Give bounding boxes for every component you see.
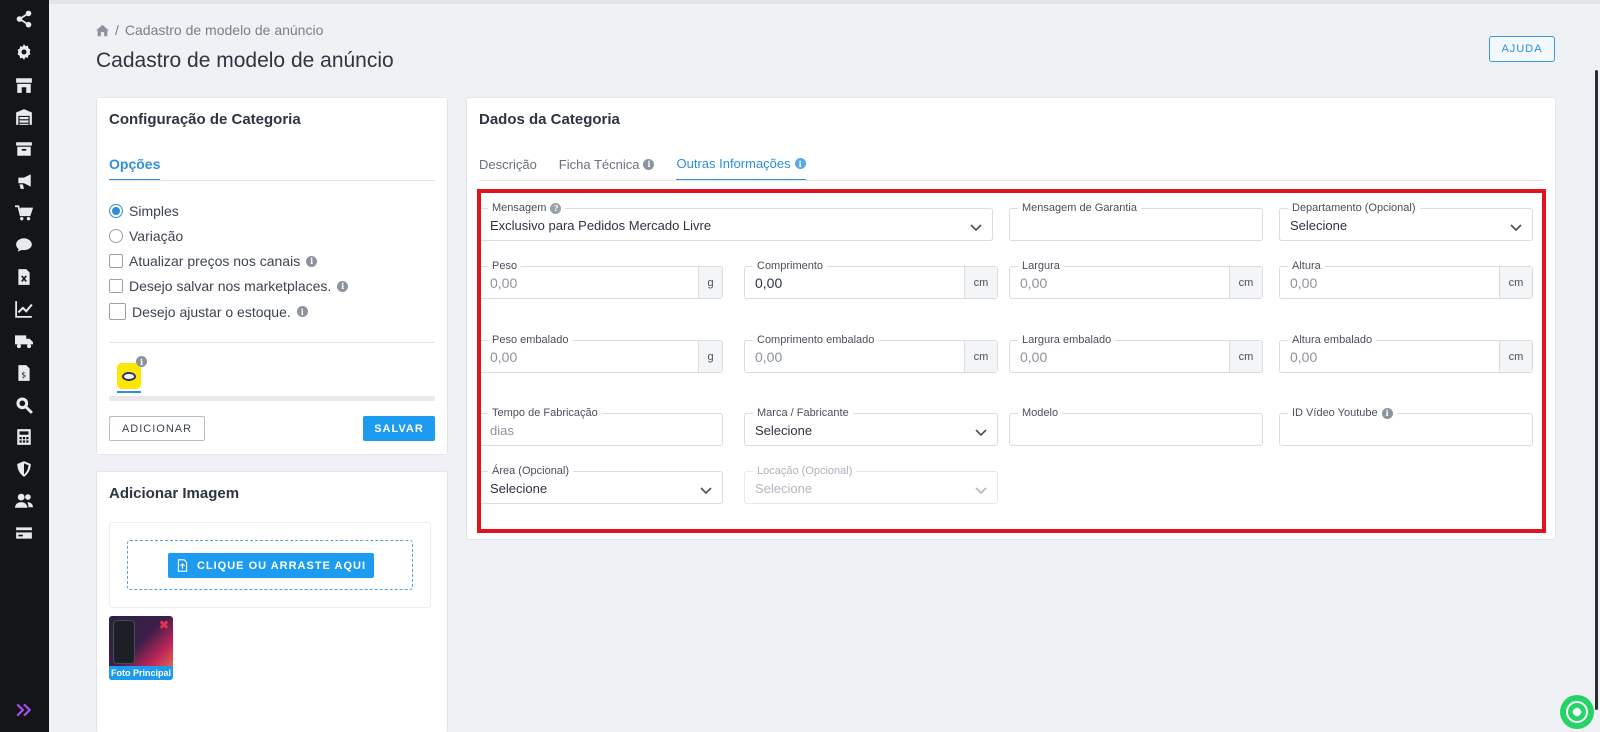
upload-button[interactable]: CLIQUE OU ARRASTE AQUI [168,553,374,578]
excel-file-icon[interactable] [13,266,35,288]
category-config-card: Configuração de Categoria Opções Simples… [96,97,448,455]
gear-icon[interactable] [13,41,35,63]
tabs: Descrição Ficha Técnica i Outras Informaç… [479,156,806,180]
credit-card-icon[interactable] [13,522,35,544]
share-icon[interactable] [13,8,35,30]
card-title: Configuração de Categoria [109,111,301,128]
tab-outras-informacoes[interactable]: Outras Informações i [676,156,806,180]
info-icon[interactable]: i [296,306,308,317]
radio-label: Simples [129,203,179,219]
double-chevron-right-icon[interactable] [13,699,35,721]
handshake-icon [122,371,136,381]
add-button[interactable]: ADICIONAR [109,416,205,441]
archive-icon[interactable] [13,138,35,160]
warehouse-icon[interactable] [13,106,35,128]
upload-label: CLIQUE OU ARRASTE AQUI [196,559,367,572]
selected-marketplace-indicator [117,391,141,393]
page-title: Cadastro de modelo de anúncio [96,49,394,72]
thumb-label: Foto Principal [109,666,173,680]
tab-descricao[interactable]: Descrição [479,156,537,180]
horizontal-scrollbar[interactable] [109,396,435,401]
add-image-card: Adicionar Imagem CLIQUE OU ARRASTE AQUI … [96,471,448,732]
mercado-livre-logo[interactable] [117,363,141,389]
top-divider [49,0,1600,4]
upload-dropzone[interactable]: CLIQUE OU ARRASTE AQUI [127,540,413,590]
checkbox-label: Desejo ajustar o estoque. [132,303,291,320]
divider [109,342,435,343]
info-icon[interactable]: i [643,158,655,170]
main-photo-thumbnail[interactable]: ✖ Foto Principal [109,616,173,680]
whatsapp-icon[interactable] [1560,695,1594,729]
info-icon[interactable]: i [136,356,147,367]
checkbox[interactable] [109,303,126,320]
radio-button-checked[interactable] [109,204,123,218]
checkbox-salvar-marketplaces[interactable]: Desejo salvar nos marketplaces. i [109,278,349,294]
invoice-icon[interactable]: $ [13,362,35,384]
breadcrumb-current: Cadastro de modelo de anúncio [124,22,324,38]
checkbox-ajustar-estoque[interactable]: Desejo ajustar o estoque. i [109,303,308,320]
search-zoom-icon[interactable] [13,394,35,416]
cart-icon[interactable] [13,202,35,224]
tab-divider [109,180,435,181]
tab-ficha-tecnica[interactable]: Ficha Técnica i [559,156,655,180]
radio-variacao[interactable]: Variação [109,228,183,244]
truck-icon[interactable] [13,330,35,352]
card-title: Dados da Categoria [479,111,620,128]
chart-line-icon[interactable] [13,298,35,320]
megaphone-icon[interactable] [13,170,35,192]
svg-text:$: $ [21,371,26,380]
chat-icon[interactable] [13,234,35,256]
checkbox[interactable] [109,254,123,268]
info-icon[interactable]: i [337,280,349,292]
breadcrumb: / Cadastro de modelo de anúncio [96,22,323,38]
radio-button[interactable] [109,229,123,243]
vertical-scrollbar[interactable] [1595,70,1598,710]
remove-image-icon[interactable]: ✖ [159,618,169,632]
save-button[interactable]: SALVAR [363,416,435,441]
card-title: Adicionar Imagem [109,485,240,502]
info-icon[interactable]: i [794,158,806,169]
users-icon[interactable] [13,490,35,512]
sidebar: $ [0,0,49,732]
upload-file-icon [177,559,188,572]
checkbox-label: Desejo salvar nos marketplaces. [129,278,332,294]
highlight-box [477,189,1546,533]
store-icon[interactable] [13,74,35,96]
checkbox-atualizar-precos[interactable]: Atualizar preços nos canais i [109,253,318,269]
category-data-card: Dados da Categoria Descrição Ficha Técni… [466,97,1556,540]
tab-opcoes[interactable]: Opções [109,156,161,181]
radio-label: Variação [129,228,184,244]
product-image [113,620,135,664]
radio-simples[interactable]: Simples [109,203,179,219]
info-icon[interactable]: i [306,255,318,267]
calculator-icon[interactable] [13,426,35,448]
dropzone-container: CLIQUE OU ARRASTE AQUI [109,522,431,608]
tab-divider [479,180,1543,181]
home-icon[interactable] [96,24,109,37]
checkbox-label: Atualizar preços nos canais [129,253,301,269]
shield-icon[interactable] [13,458,35,480]
help-button[interactable]: AJUDA [1489,36,1555,62]
checkbox[interactable] [109,279,123,293]
